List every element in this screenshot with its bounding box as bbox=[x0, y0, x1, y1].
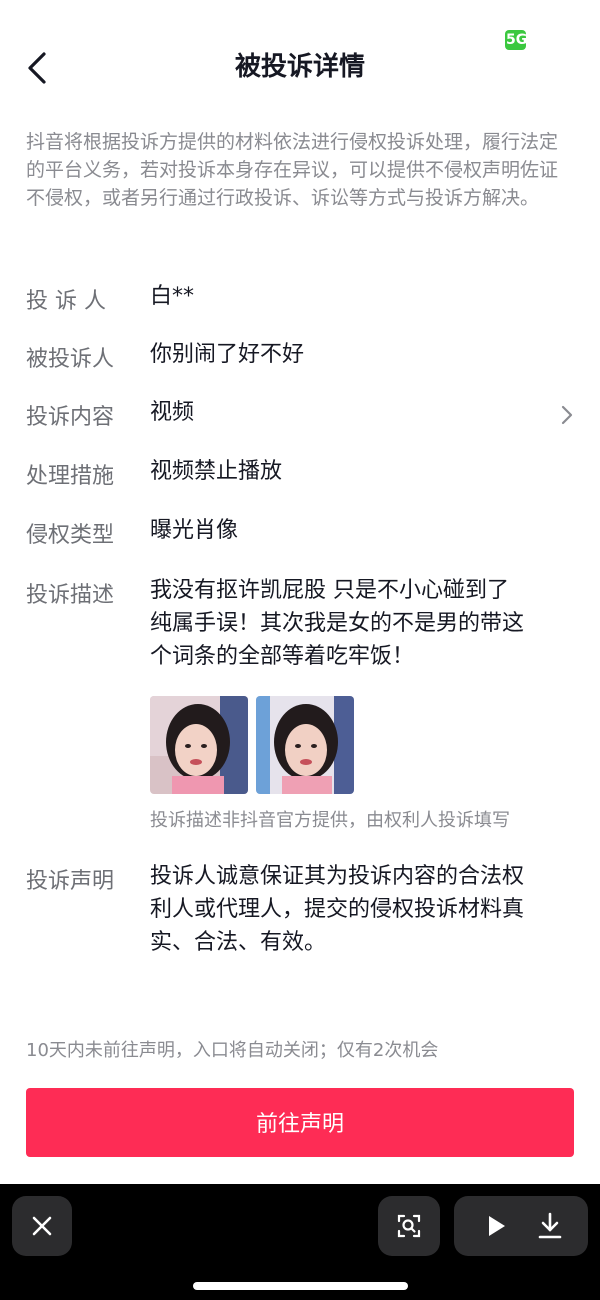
scan-button[interactable] bbox=[378, 1196, 440, 1256]
description-line: 纯属手误！其次我是女的不是男的带这 bbox=[150, 611, 525, 636]
content-label: 投诉内容 bbox=[26, 405, 115, 430]
chevron-right-icon bbox=[561, 405, 573, 425]
close-icon bbox=[32, 1216, 52, 1236]
media-controls bbox=[454, 1196, 588, 1256]
close-button[interactable] bbox=[12, 1196, 72, 1256]
respondent-value: 你别闹了好不好 bbox=[150, 342, 305, 367]
measure-value: 视频禁止播放 bbox=[150, 459, 283, 484]
download-icon[interactable] bbox=[537, 1212, 563, 1240]
deadline-notice: 10天内未前往声明，入口将自动关闭；仅有2次机会 bbox=[26, 1040, 439, 1061]
home-indicator[interactable] bbox=[193, 1282, 408, 1290]
header: 被投诉详情 5G bbox=[0, 0, 600, 120]
description-label: 投诉描述 bbox=[26, 583, 115, 608]
complainant-label: 投 诉 人 bbox=[26, 289, 106, 314]
intro-text: 抖音将根据投诉方提供的材料依法进行侵权投诉处理，履行法定的平台义务，若对投诉本身… bbox=[26, 131, 559, 209]
statement-line: 投诉人诚意保证其为投诉内容的合法权 bbox=[150, 864, 525, 889]
measure-label: 处理措施 bbox=[26, 464, 115, 489]
page-title: 被投诉详情 bbox=[234, 52, 365, 82]
play-icon[interactable] bbox=[484, 1214, 508, 1238]
complainant-value: 白** bbox=[150, 284, 195, 309]
statement-label: 投诉声明 bbox=[26, 869, 115, 894]
content-value: 视频 bbox=[150, 400, 195, 425]
type-value: 曝光肖像 bbox=[150, 518, 239, 543]
scan-icon bbox=[397, 1214, 421, 1238]
evidence-image[interactable] bbox=[150, 696, 248, 794]
description-line: 我没有抠许凯屁股 只是不小心碰到了 bbox=[150, 578, 509, 603]
go-to-statement-button[interactable]: 前往声明 bbox=[26, 1088, 574, 1157]
respondent-label: 被投诉人 bbox=[26, 347, 115, 372]
complaint-content-row[interactable]: 投诉内容 视频 bbox=[0, 396, 600, 432]
statement-line: 实、合法、有效。 bbox=[150, 930, 327, 955]
statement-line: 利人或代理人，提交的侵权投诉材料真 bbox=[150, 897, 525, 922]
evidence-image[interactable] bbox=[256, 696, 354, 794]
type-label: 侵权类型 bbox=[26, 523, 115, 548]
statement-text: 投诉人诚意保证其为投诉内容的合法权 利人或代理人，提交的侵权投诉材料真 实、合法… bbox=[150, 860, 575, 959]
description-line: 个词条的全部等着吃牢饭！ bbox=[150, 644, 415, 669]
description-disclaimer: 投诉描述非抖音官方提供，由权利人投诉填写 bbox=[150, 810, 510, 831]
description-text: 我没有抠许凯屁股 只是不小心碰到了 纯属手误！其次我是女的不是男的带这 个词条的… bbox=[150, 574, 575, 673]
signal-badge: 5G bbox=[505, 30, 526, 50]
